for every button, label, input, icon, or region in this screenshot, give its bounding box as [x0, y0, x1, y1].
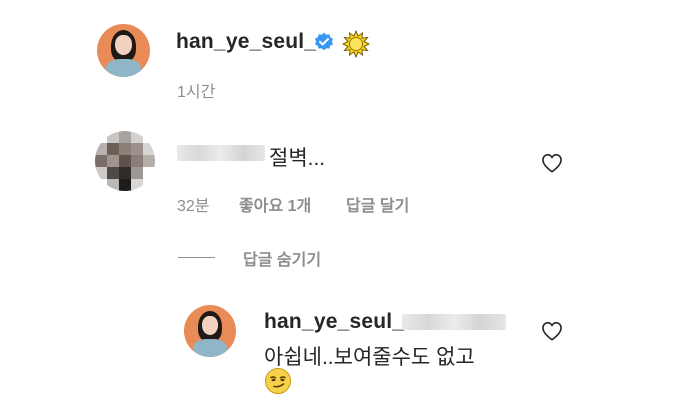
- verified-badge-icon: [314, 32, 334, 52]
- reply-author-avatar[interactable]: [184, 305, 236, 357]
- reply-author-username[interactable]: han_ye_seul_: [264, 310, 404, 334]
- commenter-avatar[interactable]: [95, 131, 155, 191]
- comment-likes-count[interactable]: 좋아요 1개: [239, 192, 311, 216]
- post-author-username[interactable]: han_ye_seul_: [176, 30, 316, 54]
- post-author-avatar[interactable]: [97, 24, 150, 77]
- sun-emoji-icon: [341, 29, 371, 59]
- comment-timestamp[interactable]: 32분: [177, 192, 210, 216]
- post-timestamp[interactable]: 1시간: [177, 78, 215, 102]
- comment-like-heart-icon[interactable]: [541, 153, 563, 173]
- hide-replies-button[interactable]: 답글 숨기기: [243, 246, 321, 270]
- commenter-username-blurred[interactable]: [177, 145, 265, 161]
- comment-text: 절벽...: [269, 147, 326, 170]
- mentioned-username-blurred[interactable]: [402, 314, 506, 330]
- replies-divider-line: [178, 257, 215, 258]
- reply-button[interactable]: 답글 달기: [346, 192, 409, 216]
- reply-text: 아쉽네..보여줄수도 없고: [264, 346, 475, 369]
- smirk-emoji-icon: [264, 367, 292, 395]
- reply-like-heart-icon[interactable]: [541, 321, 563, 341]
